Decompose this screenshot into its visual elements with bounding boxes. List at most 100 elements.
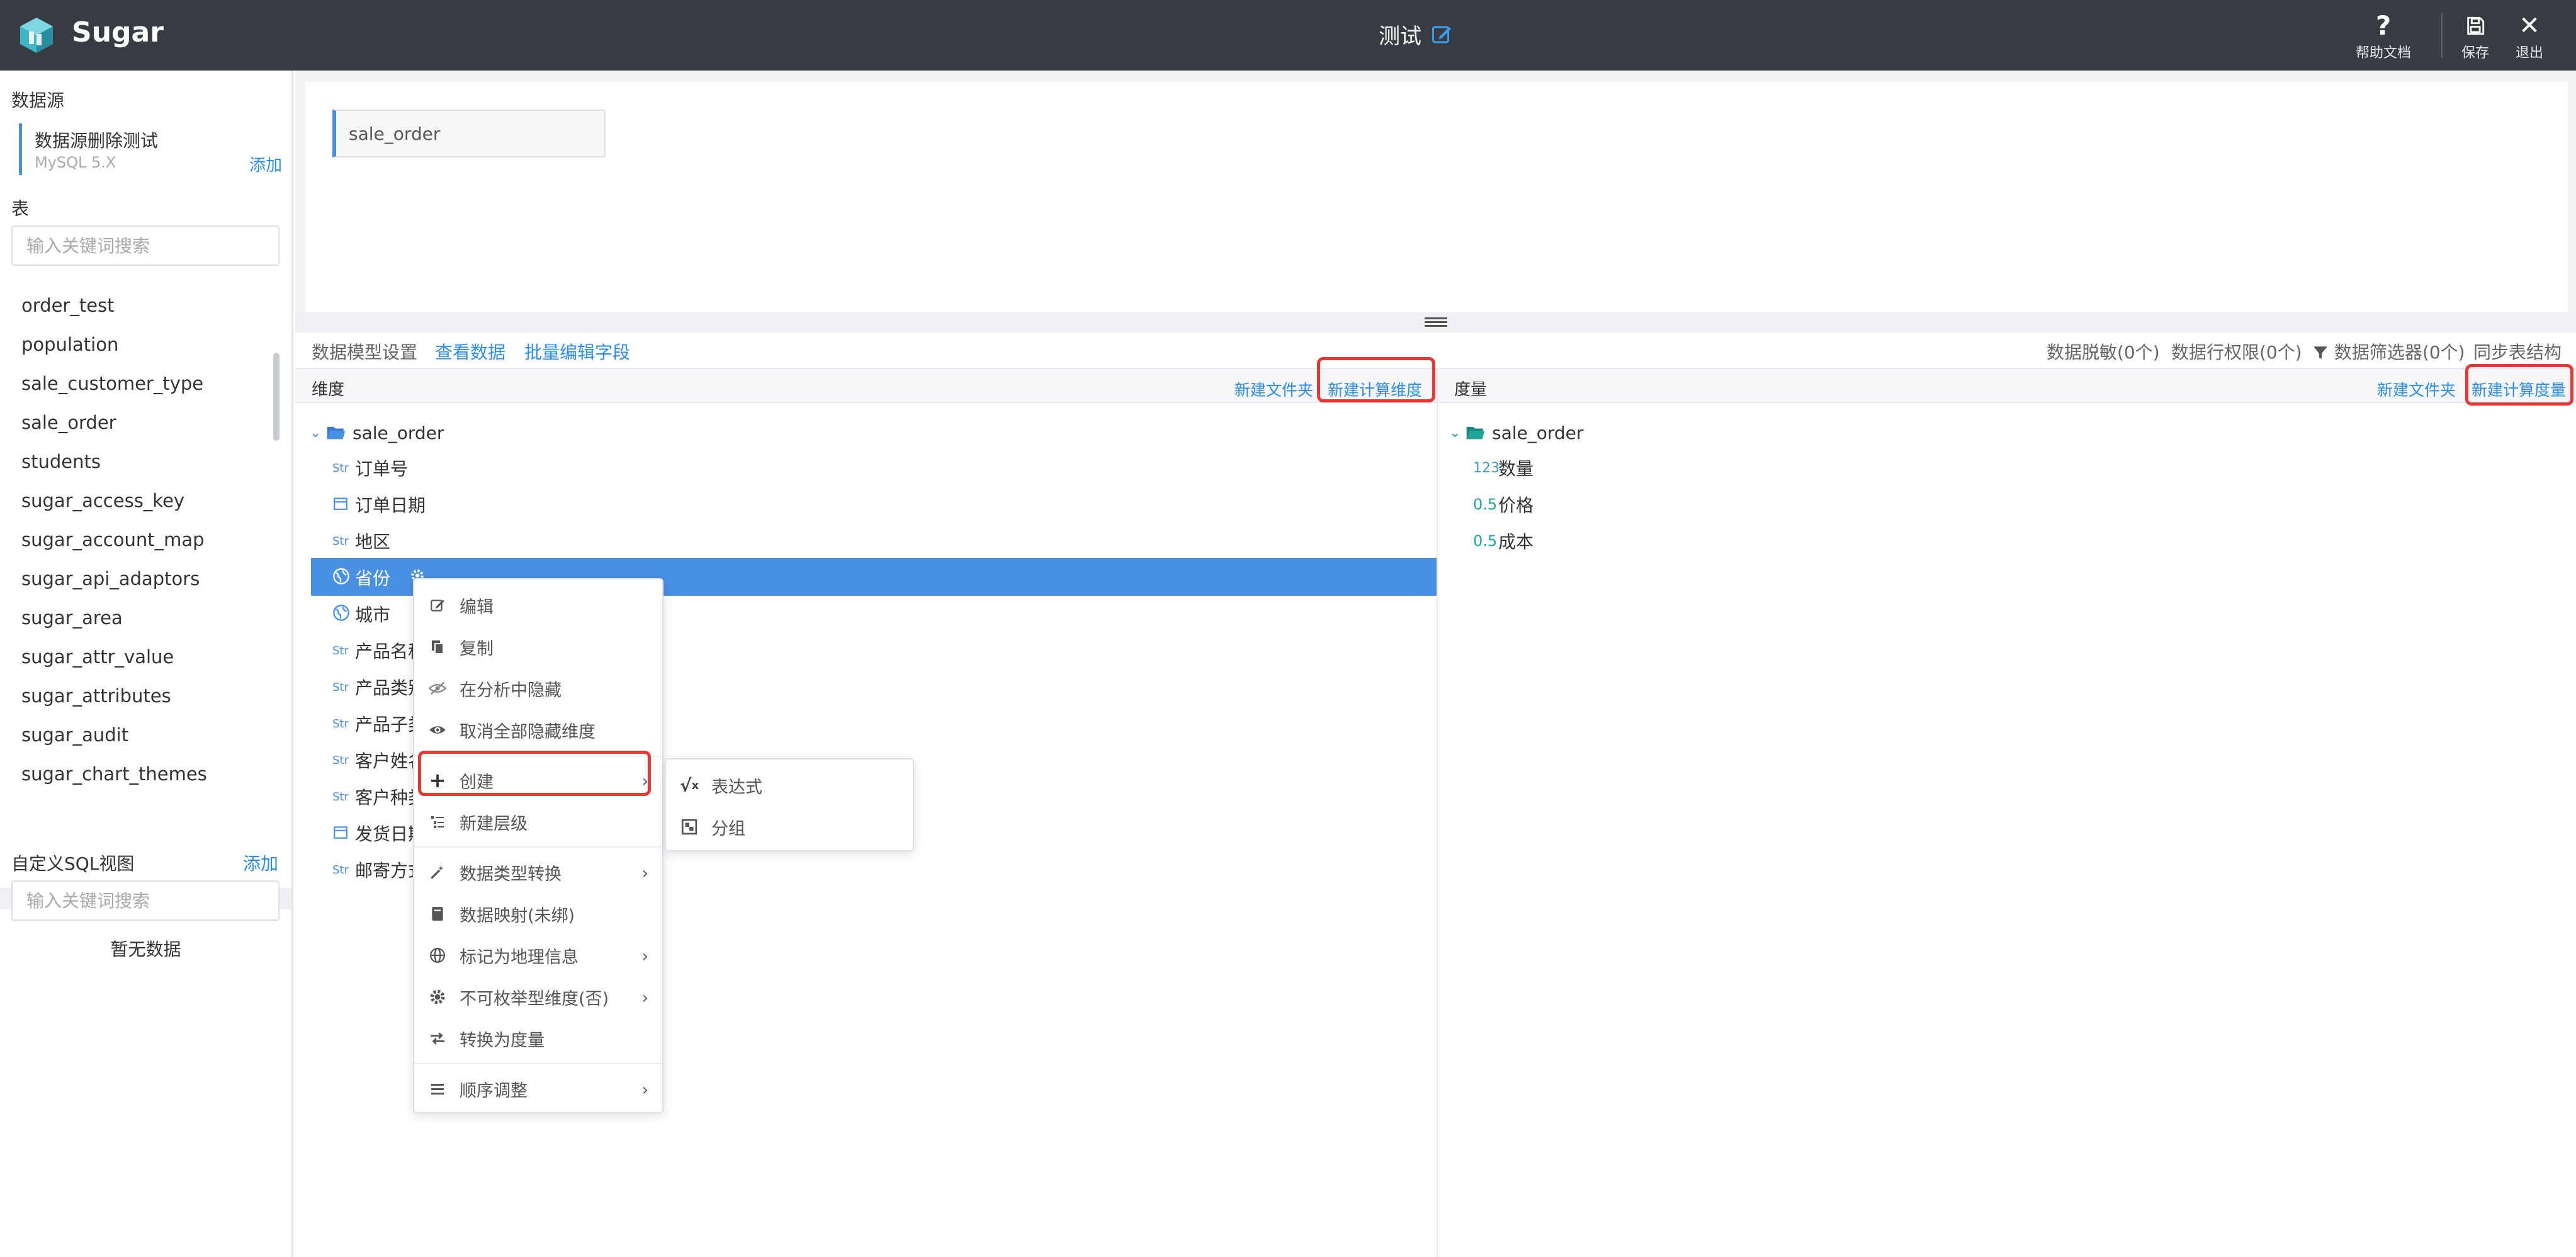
- table-list-scrollbar[interactable]: [273, 353, 280, 441]
- dimensions-title: 维度: [312, 380, 345, 399]
- sync-structure-link[interactable]: 同步表结构: [2473, 339, 2562, 364]
- edit-icon: [428, 597, 447, 613]
- menu-item-unhide-all[interactable]: 取消全部隐藏维度: [414, 710, 662, 749]
- table-item[interactable]: sale_order: [21, 412, 116, 433]
- tables-section-title: 表: [11, 198, 30, 219]
- chevron-down-icon: ⌄: [310, 424, 322, 441]
- dimension-field[interactable]: Str 客户种类: [332, 778, 426, 815]
- dimension-field[interactable]: Str 产品名称: [332, 632, 426, 669]
- globe-icon: [332, 567, 355, 588]
- datasource-type: MySQL 5.X: [35, 154, 116, 171]
- menu-item-new-hierarchy[interactable]: 新建层级: [414, 802, 662, 841]
- eye-icon: [428, 723, 447, 737]
- menu-item-non-enumerable[interactable]: 不可枚举型维度(否) ›: [414, 977, 662, 1016]
- chevron-right-icon: ›: [641, 864, 648, 883]
- dimension-field[interactable]: Str 产品类别: [332, 669, 426, 705]
- copy-icon: [428, 639, 447, 655]
- menu-item-hide-in-analysis[interactable]: 在分析中隐藏: [414, 669, 662, 708]
- table-item[interactable]: sugar_attributes: [21, 685, 171, 707]
- menu-item-copy[interactable]: 复制: [414, 627, 662, 666]
- menu-item-edit[interactable]: 编辑: [414, 586, 662, 625]
- table-item[interactable]: sale_customer_type: [21, 373, 203, 394]
- table-item[interactable]: sugar_area: [21, 607, 123, 628]
- group-icon: [680, 819, 699, 835]
- batch-edit-link[interactable]: 批量编辑字段: [524, 339, 630, 364]
- add-sql-view-link[interactable]: 添加: [243, 850, 278, 875]
- dimension-field[interactable]: 订单日期: [332, 486, 426, 523]
- table-item[interactable]: students: [21, 451, 101, 472]
- add-datasource-link[interactable]: 添加: [249, 152, 282, 176]
- table-item[interactable]: population: [21, 334, 118, 355]
- selected-table-chip[interactable]: sale_order: [332, 110, 606, 157]
- string-type-icon: Str: [332, 753, 349, 767]
- hierarchy-icon: [428, 814, 447, 829]
- datasource-item[interactable]: 数据源删除测试 MySQL 5.X: [19, 123, 283, 175]
- sql-search-input[interactable]: [11, 880, 280, 921]
- dimension-field[interactable]: 发货日期: [332, 815, 426, 851]
- calendar-icon: [332, 495, 355, 515]
- measure-field[interactable]: 123 数量: [1473, 450, 1534, 486]
- dimension-field[interactable]: Str 客户姓名: [332, 742, 426, 778]
- table-item[interactable]: sugar_audit: [21, 724, 128, 746]
- sql-empty-text: 暂无数据: [110, 939, 181, 960]
- gear-icon: [428, 989, 447, 1005]
- menu-item-type-convert[interactable]: 数据类型转换 ›: [414, 853, 662, 892]
- sidebar: 数据源 数据源删除测试 MySQL 5.X 添加 表 ‾ order_test …: [0, 71, 293, 1257]
- dimension-new-folder-link[interactable]: 新建文件夹: [1234, 378, 1313, 401]
- brand-name: Sugar: [72, 16, 164, 48]
- menu-separator: [414, 846, 662, 848]
- menu-item-convert-to-measure[interactable]: 转换为度量: [414, 1019, 662, 1058]
- table-item[interactable]: order_test: [21, 295, 115, 316]
- dimension-field[interactable]: Str 订单号: [332, 450, 408, 486]
- exit-button[interactable]: ✕ 退出: [2516, 13, 2543, 62]
- chevron-right-icon: ›: [641, 989, 648, 1008]
- menu-item-mark-geo[interactable]: 标记为地理信息 ›: [414, 936, 662, 975]
- sugar-logo-icon: [20, 18, 53, 53]
- panel-divider: [1437, 368, 1438, 1257]
- dimension-field[interactable]: Str 邮寄方式: [332, 851, 426, 888]
- table-item[interactable]: sugar_account_map: [21, 529, 205, 550]
- menu-separator: [414, 1063, 662, 1064]
- table-item[interactable]: sugar_api_adaptors: [21, 568, 200, 589]
- dimension-folder[interactable]: ⌄ sale_order: [310, 414, 444, 451]
- data-masking-link[interactable]: 数据脱敏(0个): [2047, 339, 2160, 364]
- create-submenu: √ x 表达式 分组: [665, 758, 914, 851]
- table-item[interactable]: sugar_access_key: [21, 490, 184, 511]
- dimension-field[interactable]: 城市: [332, 596, 390, 632]
- datasource-name: 数据源删除测试: [35, 130, 159, 151]
- main-resize-handle[interactable]: [295, 312, 2576, 333]
- dimension-field-selected[interactable]: 省份: [332, 559, 426, 596]
- dimension-field[interactable]: Str 地区: [332, 523, 390, 559]
- table-list-top-marker: ‾: [21, 282, 28, 293]
- table-item[interactable]: sugar_attr_value: [21, 646, 174, 668]
- report-title-area: 测试: [1379, 19, 1453, 50]
- sqrt-icon: √ x: [679, 775, 699, 796]
- edit-title-icon[interactable]: [1430, 23, 1453, 46]
- question-icon: ?: [2375, 10, 2392, 41]
- view-data-link[interactable]: 查看数据: [435, 339, 506, 364]
- dimension-field[interactable]: Str 产品子类: [332, 705, 426, 742]
- data-filter-link[interactable]: 数据筛选器(0个): [2312, 339, 2465, 364]
- table-search-input[interactable]: [11, 225, 280, 266]
- menu-item-data-mapping[interactable]: 数据映射(未绑): [414, 894, 662, 933]
- decimal-type-icon: 0.5: [1473, 532, 1498, 550]
- model-settings-tab[interactable]: 数据模型设置: [312, 339, 417, 364]
- measure-folder[interactable]: ⌄ sale_order: [1449, 414, 1583, 451]
- measure-new-folder-link[interactable]: 新建文件夹: [2377, 378, 2456, 401]
- row-permission-link[interactable]: 数据行权限(0个): [2171, 339, 2302, 364]
- measure-field[interactable]: 0.5 价格: [1473, 486, 1534, 523]
- header-separator: [2441, 13, 2443, 58]
- measure-field[interactable]: 0.5 成本: [1473, 523, 1534, 559]
- help-docs-button[interactable]: ? 帮助文档: [2356, 13, 2411, 62]
- submenu-item-group[interactable]: 分组: [666, 807, 914, 846]
- book-icon: [428, 906, 447, 922]
- table-item[interactable]: sugar_chart_themes: [21, 763, 207, 785]
- filter-icon: [2312, 342, 2334, 363]
- highlight-create-menu-item: [418, 751, 651, 796]
- submenu-item-expression[interactable]: √ x 表达式: [666, 766, 914, 805]
- menu-item-reorder[interactable]: 顺序调整 ›: [414, 1069, 662, 1108]
- measures-header: 度量 新建文件夹 新建计算度量: [1438, 368, 2576, 403]
- folder-open-icon: [327, 426, 346, 440]
- string-type-icon: Str: [332, 534, 349, 548]
- save-button[interactable]: 保存: [2461, 13, 2489, 62]
